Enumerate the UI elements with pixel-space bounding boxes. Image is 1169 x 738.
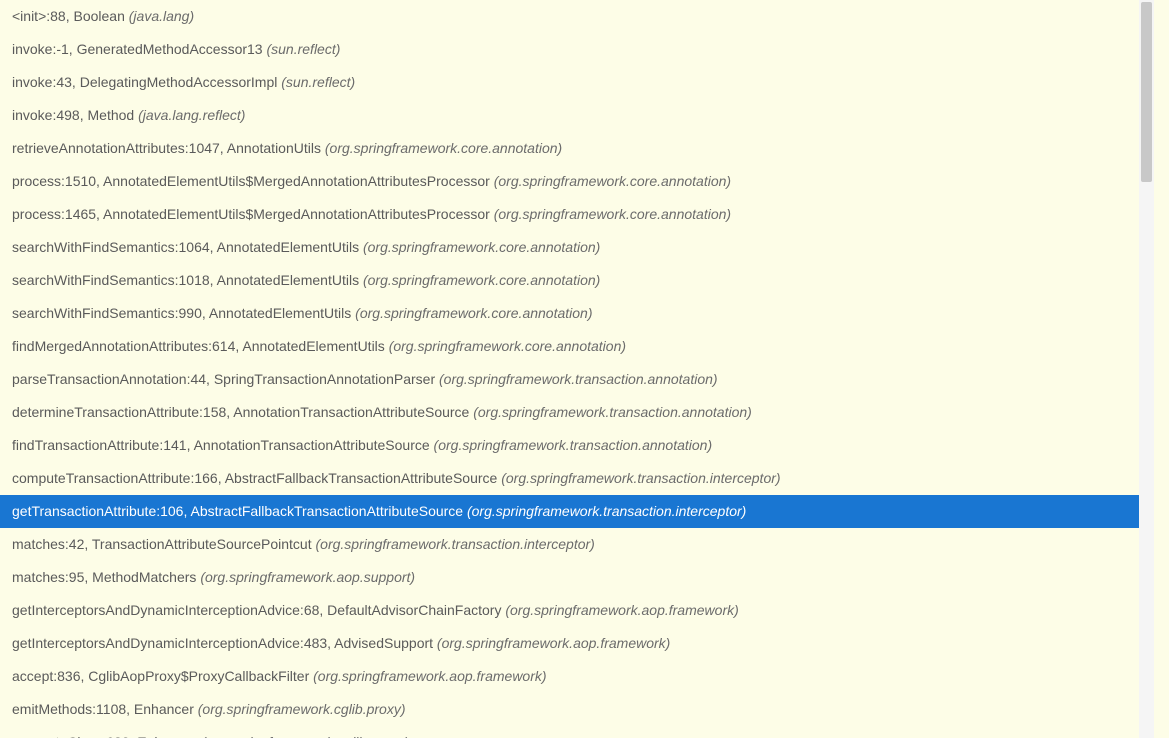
stack-frame[interactable]: invoke:-1, GeneratedMethodAccessor13 (su… bbox=[0, 33, 1154, 66]
frame-method-label: determineTransactionAttribute:158, Annot… bbox=[12, 404, 473, 420]
frame-package-label: (org.springframework.transaction.annotat… bbox=[439, 371, 718, 387]
frame-method-label: computeTransactionAttribute:166, Abstrac… bbox=[12, 470, 501, 486]
frame-method-label: retrieveAnnotationAttributes:1047, Annot… bbox=[12, 140, 325, 156]
frame-method-label: invoke:43, DelegatingMethodAccessorImpl bbox=[12, 74, 281, 90]
stacktrace-frames-list: <init>:88, Boolean (java.lang)invoke:-1,… bbox=[0, 0, 1154, 738]
stacktrace-panel: <init>:88, Boolean (java.lang)invoke:-1,… bbox=[0, 0, 1154, 738]
frame-package-label: (org.springframework.core.annotation) bbox=[355, 305, 592, 321]
frame-package-label: (org.springframework.core.annotation) bbox=[363, 239, 600, 255]
frame-package-label: (org.springframework.core.annotation) bbox=[325, 140, 562, 156]
stack-frame[interactable]: invoke:498, Method (java.lang.reflect) bbox=[0, 99, 1154, 132]
frame-method-label: getTransactionAttribute:106, AbstractFal… bbox=[12, 503, 467, 519]
frame-package-label: (org.springframework.transaction.interce… bbox=[467, 503, 746, 519]
scrollbar-track[interactable] bbox=[1139, 0, 1154, 738]
stack-frame[interactable]: findMergedAnnotationAttributes:614, Anno… bbox=[0, 330, 1154, 363]
frame-method-label: process:1510, AnnotatedElementUtils$Merg… bbox=[12, 173, 494, 189]
frame-package-label: (org.springframework.aop.framework) bbox=[505, 602, 738, 618]
frame-method-label: searchWithFindSemantics:1064, AnnotatedE… bbox=[12, 239, 363, 255]
frame-method-label: matches:95, MethodMatchers bbox=[12, 569, 200, 585]
stack-frame[interactable]: parseTransactionAnnotation:44, SpringTra… bbox=[0, 363, 1154, 396]
frame-method-label: findTransactionAttribute:141, Annotation… bbox=[12, 437, 434, 453]
frame-package-label: (org.springframework.aop.framework) bbox=[437, 635, 670, 651]
frame-package-label: (org.springframework.transaction.interce… bbox=[501, 470, 780, 486]
frame-package-label: (org.springframework.cglib.proxy) bbox=[201, 734, 409, 738]
stack-frame[interactable]: searchWithFindSemantics:1018, AnnotatedE… bbox=[0, 264, 1154, 297]
frame-method-label: accept:836, CglibAopProxy$ProxyCallbackF… bbox=[12, 668, 313, 684]
frame-package-label: (sun.reflect) bbox=[266, 41, 340, 57]
frame-method-label: process:1465, AnnotatedElementUtils$Merg… bbox=[12, 206, 494, 222]
frame-method-label: findMergedAnnotationAttributes:614, Anno… bbox=[12, 338, 389, 354]
frame-package-label: (org.springframework.core.annotation) bbox=[389, 338, 626, 354]
frame-method-label: searchWithFindSemantics:1018, AnnotatedE… bbox=[12, 272, 363, 288]
stack-frame[interactable]: process:1465, AnnotatedElementUtils$Merg… bbox=[0, 198, 1154, 231]
frame-package-label: (org.springframework.transaction.annotat… bbox=[473, 404, 752, 420]
stack-frame[interactable]: determineTransactionAttribute:158, Annot… bbox=[0, 396, 1154, 429]
stack-frame[interactable]: getInterceptorsAndDynamicInterceptionAdv… bbox=[0, 594, 1154, 627]
frame-package-label: (java.lang.reflect) bbox=[138, 107, 245, 123]
frame-method-label: searchWithFindSemantics:990, AnnotatedEl… bbox=[12, 305, 355, 321]
frame-method-label: invoke:498, Method bbox=[12, 107, 138, 123]
frame-package-label: (sun.reflect) bbox=[281, 74, 355, 90]
stack-frame[interactable]: invoke:43, DelegatingMethodAccessorImpl … bbox=[0, 66, 1154, 99]
stack-frame[interactable]: getTransactionAttribute:106, AbstractFal… bbox=[0, 495, 1154, 528]
frame-package-label: (org.springframework.cglib.proxy) bbox=[198, 701, 406, 717]
stack-frame[interactable]: <init>:88, Boolean (java.lang) bbox=[0, 0, 1154, 33]
scrollbar-thumb[interactable] bbox=[1141, 2, 1152, 182]
frame-method-label: getInterceptorsAndDynamicInterceptionAdv… bbox=[12, 635, 437, 651]
stack-frame[interactable]: matches:95, MethodMatchers (org.springfr… bbox=[0, 561, 1154, 594]
stack-frame[interactable]: computeTransactionAttribute:166, Abstrac… bbox=[0, 462, 1154, 495]
frame-package-label: (org.springframework.aop.framework) bbox=[313, 668, 546, 684]
stack-frame[interactable]: process:1510, AnnotatedElementUtils$Merg… bbox=[0, 165, 1154, 198]
frame-package-label: (org.springframework.core.annotation) bbox=[363, 272, 600, 288]
stack-frame[interactable]: findTransactionAttribute:141, Annotation… bbox=[0, 429, 1154, 462]
frame-method-label: invoke:-1, GeneratedMethodAccessor13 bbox=[12, 41, 266, 57]
stack-frame[interactable]: retrieveAnnotationAttributes:1047, Annot… bbox=[0, 132, 1154, 165]
stack-frame[interactable]: generateClass:630, Enhancer (org.springf… bbox=[0, 726, 1154, 738]
frame-package-label: (java.lang) bbox=[129, 8, 194, 24]
frame-package-label: (org.springframework.transaction.interce… bbox=[316, 536, 595, 552]
stack-frame[interactable]: matches:42, TransactionAttributeSourcePo… bbox=[0, 528, 1154, 561]
stack-frame[interactable]: accept:836, CglibAopProxy$ProxyCallbackF… bbox=[0, 660, 1154, 693]
stack-frame[interactable]: getInterceptorsAndDynamicInterceptionAdv… bbox=[0, 627, 1154, 660]
frame-method-label: emitMethods:1108, Enhancer bbox=[12, 701, 198, 717]
frame-package-label: (org.springframework.core.annotation) bbox=[494, 206, 731, 222]
frame-method-label: <init>:88, Boolean bbox=[12, 8, 129, 24]
frame-package-label: (org.springframework.transaction.annotat… bbox=[434, 437, 713, 453]
frame-method-label: parseTransactionAnnotation:44, SpringTra… bbox=[12, 371, 439, 387]
stack-frame[interactable]: searchWithFindSemantics:990, AnnotatedEl… bbox=[0, 297, 1154, 330]
frame-package-label: (org.springframework.aop.support) bbox=[200, 569, 415, 585]
frame-method-label: getInterceptorsAndDynamicInterceptionAdv… bbox=[12, 602, 505, 618]
frame-method-label: matches:42, TransactionAttributeSourcePo… bbox=[12, 536, 316, 552]
frame-package-label: (org.springframework.core.annotation) bbox=[494, 173, 731, 189]
stack-frame[interactable]: searchWithFindSemantics:1064, AnnotatedE… bbox=[0, 231, 1154, 264]
stack-frame[interactable]: emitMethods:1108, Enhancer (org.springfr… bbox=[0, 693, 1154, 726]
frame-method-label: generateClass:630, Enhancer bbox=[12, 734, 201, 738]
